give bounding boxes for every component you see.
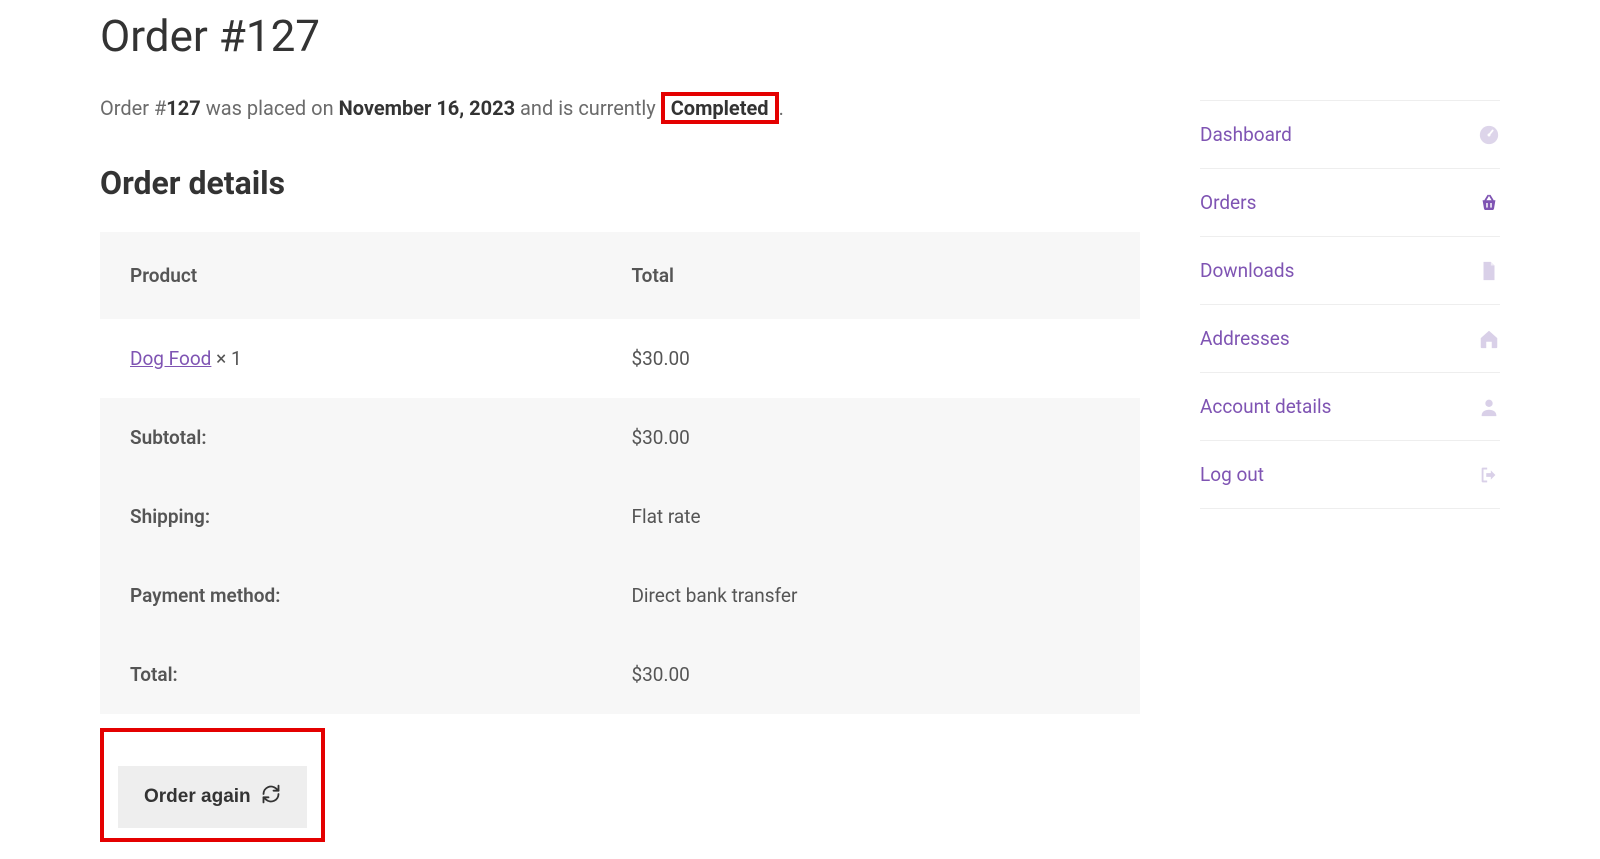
account-sidebar: Dashboard Orders Downloads Addresses — [1200, 10, 1500, 842]
summary-placed: was placed on — [201, 96, 339, 120]
order-again-label: Order again — [144, 786, 251, 808]
order-summary-line: Order #127 was placed on November 16, 20… — [100, 92, 1140, 124]
status-highlight: Completed — [661, 92, 779, 124]
order-again-highlight: Order again — [100, 728, 325, 842]
summary-period: . — [779, 96, 784, 120]
product-link[interactable]: Dog Food — [130, 347, 211, 370]
dashboard-icon — [1478, 124, 1500, 146]
order-details-table: Product Total Dog Food × 1 $30.00 Subtot… — [100, 232, 1140, 714]
label-shipping: Shipping: — [100, 477, 601, 556]
order-again-button[interactable]: Order again — [118, 766, 307, 828]
sidebar-item-logout[interactable]: Log out — [1200, 440, 1500, 509]
sidebar-item-label: Account details — [1200, 395, 1331, 418]
product-qty: × 1 — [211, 347, 241, 370]
summary-prefix: Order # — [100, 96, 166, 120]
value-shipping: Flat rate — [601, 477, 1140, 556]
sidebar-item-label: Log out — [1200, 463, 1264, 486]
row-subtotal: Subtotal: $30.00 — [100, 398, 1140, 477]
file-icon — [1478, 260, 1500, 282]
sidebar-item-dashboard[interactable]: Dashboard — [1200, 100, 1500, 168]
sidebar-item-label: Downloads — [1200, 259, 1294, 282]
col-product: Product — [100, 232, 601, 319]
table-row: Dog Food × 1 $30.00 — [100, 319, 1140, 398]
refresh-icon — [261, 784, 281, 810]
sidebar-item-downloads[interactable]: Downloads — [1200, 236, 1500, 304]
sidebar-item-label: Addresses — [1200, 327, 1290, 350]
home-icon — [1478, 328, 1500, 350]
label-total: Total: — [100, 635, 601, 714]
sidebar-item-label: Orders — [1200, 191, 1256, 214]
cell-line-total: $30.00 — [601, 319, 1140, 398]
summary-date: November 16, 2023 — [339, 96, 515, 120]
cell-product: Dog Food × 1 — [100, 319, 601, 398]
sidebar-item-addresses[interactable]: Addresses — [1200, 304, 1500, 372]
value-total: $30.00 — [601, 635, 1140, 714]
sidebar-item-label: Dashboard — [1200, 123, 1292, 146]
basket-icon — [1478, 192, 1500, 214]
sidebar-item-account-details[interactable]: Account details — [1200, 372, 1500, 440]
summary-status: Completed — [671, 96, 769, 120]
order-details-heading: Order details — [100, 164, 1140, 202]
table-header-row: Product Total — [100, 232, 1140, 319]
page-title: Order #127 — [100, 10, 1140, 62]
label-subtotal: Subtotal: — [100, 398, 601, 477]
value-payment: Direct bank transfer — [601, 556, 1140, 635]
label-payment: Payment method: — [100, 556, 601, 635]
row-payment: Payment method: Direct bank transfer — [100, 556, 1140, 635]
col-total: Total — [601, 232, 1140, 319]
summary-status-prefix: and is currently — [515, 96, 661, 120]
row-total: Total: $30.00 — [100, 635, 1140, 714]
sidebar-item-orders[interactable]: Orders — [1200, 168, 1500, 236]
order-main: Order #127 Order #127 was placed on Nove… — [100, 10, 1140, 842]
account-nav: Dashboard Orders Downloads Addresses — [1200, 100, 1500, 509]
summary-order-number: 127 — [166, 96, 200, 120]
value-subtotal: $30.00 — [601, 398, 1140, 477]
user-icon — [1478, 396, 1500, 418]
row-shipping: Shipping: Flat rate — [100, 477, 1140, 556]
logout-icon — [1478, 464, 1500, 486]
